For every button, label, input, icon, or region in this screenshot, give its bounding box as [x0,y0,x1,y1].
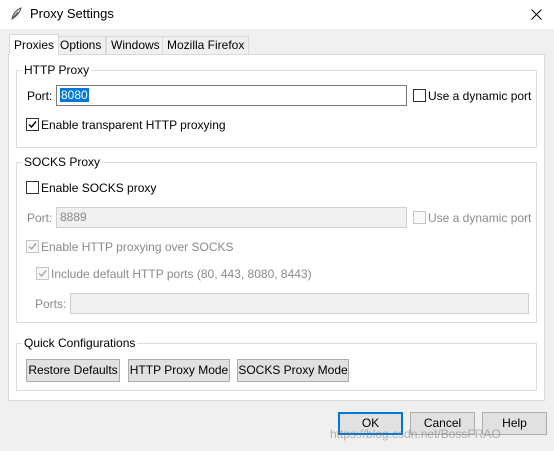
enable-socks-checkbox[interactable] [26,181,39,194]
http-dynamic-port-checkbox[interactable] [413,89,426,102]
tab-mozilla-firefox[interactable]: Mozilla Firefox [162,36,250,54]
socks-port-label: Port: [27,211,53,225]
include-ports-checkbox[interactable] [36,267,49,280]
watermark-text: https://blog.csdn.net/BossFRAO [330,427,501,441]
http-port-value: 8080 [60,88,89,102]
close-icon[interactable] [518,0,554,29]
checkmark-icon [28,243,37,251]
tab-options[interactable]: Options [55,36,107,54]
enable-socks-label: Enable SOCKS proxy [41,181,157,195]
http-port-label: Port: [27,89,53,103]
app-feather-icon [9,7,23,21]
http-dynamic-port-label: Use a dynamic port [428,89,532,103]
http-proxy-group-title: HTTP Proxy [22,63,92,77]
title-bar: Proxy Settings [0,0,554,29]
quick-config-group-title: Quick Configurations [22,336,138,350]
tab-windows[interactable]: Windows [106,36,165,54]
checkmark-icon [28,121,37,129]
proxies-panel: HTTP Proxy Port: 8080 Use a dynamic port… [8,54,545,401]
socks-dynamic-port-label: Use a dynamic port [428,211,532,225]
http-over-socks-checkbox[interactable] [26,240,39,253]
transparent-proxy-checkbox[interactable] [26,118,39,131]
ports-label: Ports: [35,297,67,311]
http-proxy-group [16,70,537,148]
http-proxy-mode-button[interactable]: HTTP Proxy Mode [128,359,230,382]
ports-input[interactable] [70,293,529,314]
socks-proxy-mode-button[interactable]: SOCKS Proxy Mode [237,359,349,382]
http-port-input[interactable]: 8080 [56,85,407,106]
socks-port-input[interactable]: 8889 [56,207,407,228]
socks-dynamic-port-checkbox[interactable] [413,211,426,224]
tab-proxies[interactable]: Proxies [9,34,60,55]
checkmark-icon [38,270,47,278]
socks-port-value: 8889 [60,210,87,224]
window-title: Proxy Settings [30,6,114,21]
transparent-proxy-label: Enable transparent HTTP proxying [41,118,226,132]
http-over-socks-label: Enable HTTP proxying over SOCKS [41,240,234,254]
socks-proxy-group-title: SOCKS Proxy [22,155,103,169]
restore-defaults-button[interactable]: Restore Defaults [26,359,120,382]
include-ports-label: Include default HTTP ports (80, 443, 808… [51,267,312,281]
